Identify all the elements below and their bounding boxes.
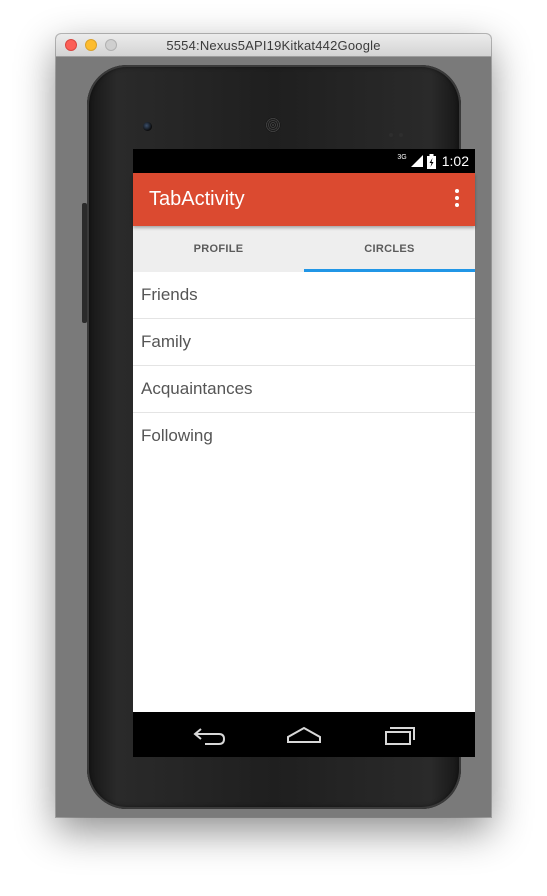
action-bar: TabActivity [133,173,475,226]
window-titlebar[interactable]: 5554:Nexus5API19Kitkat442Google [56,34,491,57]
front-camera-icon [143,122,152,131]
list-item-friends[interactable]: Friends [133,272,475,319]
volume-button[interactable] [82,203,87,323]
back-icon[interactable] [191,724,227,746]
tab-circles[interactable]: CIRCLES [304,226,475,272]
battery-charging-icon [426,153,436,169]
phone-frame: 3G 1:02 TabActivity PROFILE CIRCLES Frie… [82,65,475,809]
list-item-family[interactable]: Family [133,319,475,366]
list-item-acquaintances[interactable]: Acquaintances [133,366,475,413]
status-clock: 1:02 [441,153,469,169]
window-title: 5554:Nexus5API19Kitkat442Google [166,38,381,53]
device-screen: 3G 1:02 TabActivity PROFILE CIRCLES Frie… [133,149,475,757]
circles-list: Friends Family Acquaintances Following [133,272,475,712]
status-bar: 3G 1:02 [133,149,475,173]
emulator-window: 5554:Nexus5API19Kitkat442Google 3G 1:02 … [56,34,491,817]
list-item-following[interactable]: Following [133,413,475,459]
tab-bar: PROFILE CIRCLES [133,226,475,272]
earpiece-speaker-icon [265,117,281,133]
signal-icon [410,155,423,167]
home-icon[interactable] [286,724,322,746]
more-vert-icon[interactable] [453,189,461,209]
tab-profile[interactable]: PROFILE [133,226,304,272]
navigation-bar [133,712,475,757]
app-title: TabActivity [149,188,245,210]
recents-icon[interactable] [380,724,416,746]
network-type-label: 3G [397,153,407,161]
status-icons: 3G 1:02 [397,152,469,170]
proximity-sensor-icon [389,124,409,137]
